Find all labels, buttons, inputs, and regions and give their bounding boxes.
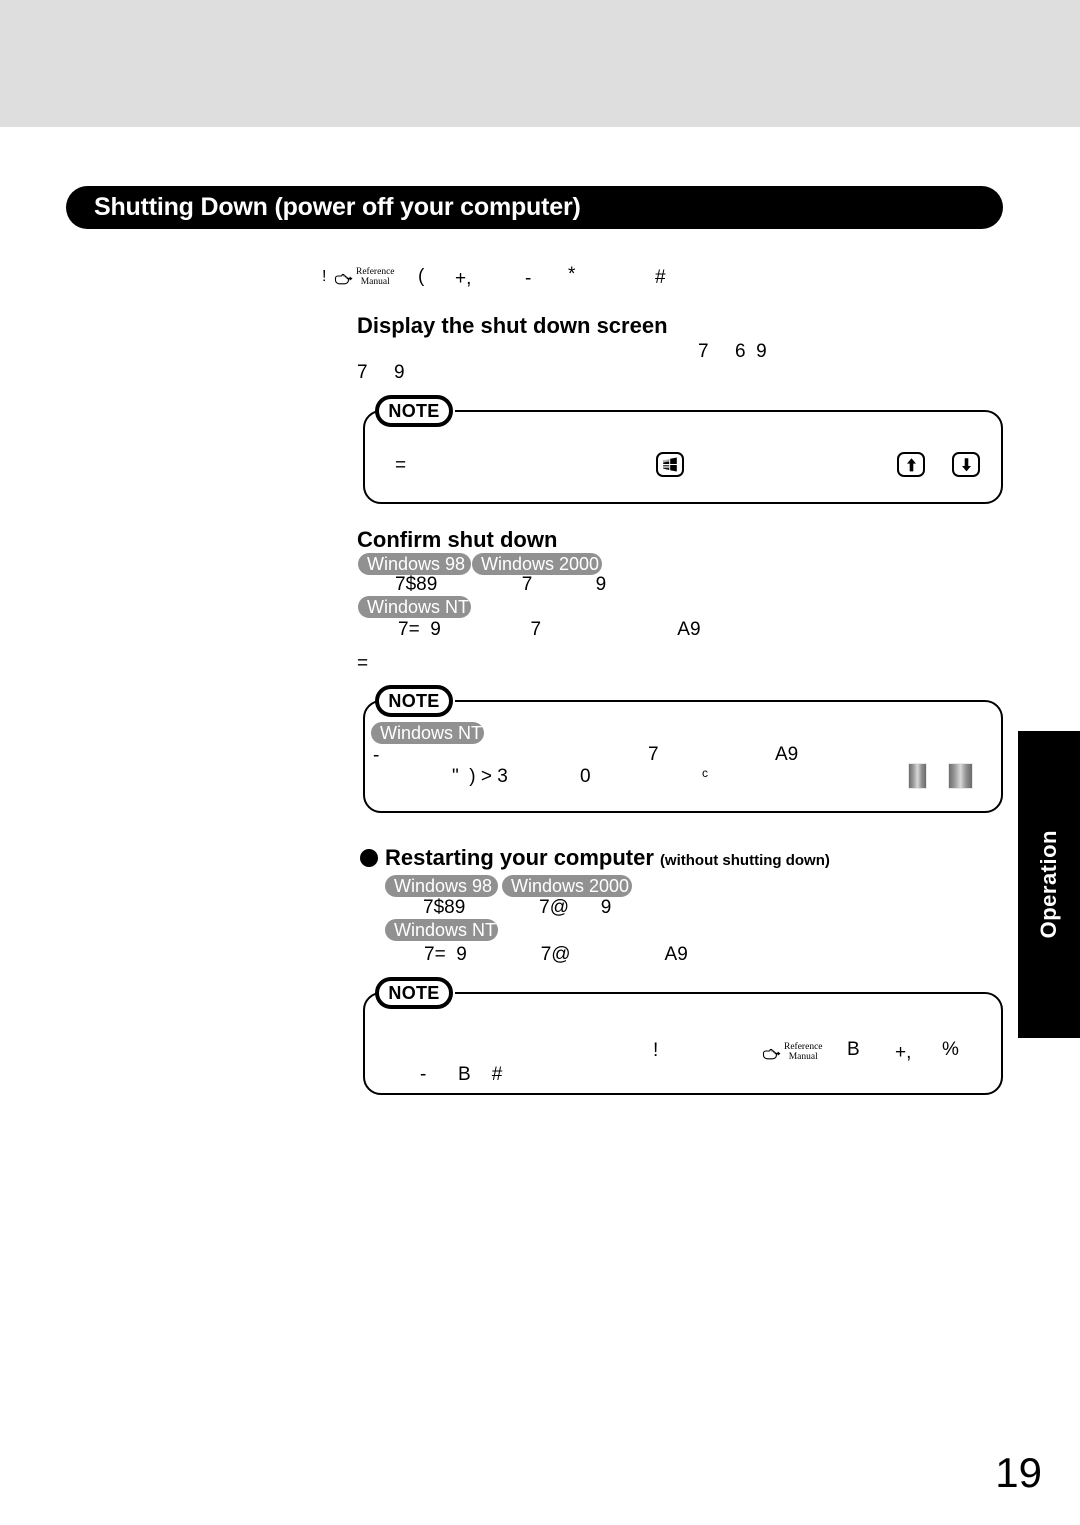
reference-manual-label: Reference Manual [784, 1042, 823, 1062]
intro-glyph-c: - [525, 268, 532, 289]
os-badge-windows-98-confirm: Windows 98 [358, 553, 471, 575]
note-badge-1: NOTE [375, 395, 453, 427]
reference-manual-line1: Reference [356, 267, 395, 277]
intro-glyph-e: # [655, 267, 666, 288]
reference-manual-ref-intro: Reference Manual [334, 267, 395, 287]
gradient-bar-graphic-right [948, 763, 973, 789]
intro-glyph-b: +, [455, 268, 472, 289]
heading-confirm-shut-down: Confirm shut down [357, 527, 558, 552]
note3-glyph-d: % [942, 1039, 959, 1060]
note2-glyph-line1-left: - [373, 745, 380, 766]
note-badge-3: NOTE [375, 977, 453, 1009]
os-badge-windows-nt-restart: Windows NT [385, 919, 498, 941]
note2-glyph-line1-mid: 7 [648, 744, 659, 765]
restart-glyph-row1: 7$89 7@ 9 [423, 897, 612, 918]
note3-glyph-b: B [847, 1039, 860, 1060]
note1-glyph-left: = [395, 455, 407, 476]
note2-glyph-line2-b: 0 [580, 766, 591, 787]
side-tab-operation[interactable]: Operation [1018, 731, 1080, 1038]
os-badge-windows-nt-note2: Windows NT [371, 722, 484, 744]
confirm-glyph-row1: 7$89 7 9 [395, 574, 607, 595]
reference-manual-line1: Reference [784, 1042, 823, 1052]
note-badge-2: NOTE [375, 685, 453, 717]
note2-glyph-line2-a: " ) > 3 [452, 766, 508, 787]
os-badge-windows-nt-confirm: Windows NT [358, 596, 471, 618]
reference-manual-ref-note3: Reference Manual [762, 1042, 823, 1062]
intro-glyph-d: * [568, 264, 576, 285]
bullet-dot-icon [360, 849, 378, 867]
intro-glyph-a: ( [418, 266, 425, 287]
confirm-glyph-row2: 7= 9 7 A9 [398, 619, 701, 640]
reference-manual-line2: Manual [360, 276, 390, 287]
restart-glyph-row2: 7= 9 7@ A9 [424, 944, 688, 965]
os-badge-windows-2000-confirm: Windows 2000 [472, 553, 602, 575]
note3-glyph-c: +, [895, 1042, 912, 1063]
reference-manual-label: Reference Manual [356, 267, 395, 287]
display-glyph-right: 7 6 9 [698, 341, 767, 362]
display-glyph-left: 7 9 [357, 362, 405, 383]
windows-logo-key-icon [656, 452, 684, 477]
gradient-bar-graphic-left [908, 763, 927, 789]
reference-manual-line2: Manual [788, 1051, 818, 1062]
restart-heading-main: Restarting your computer [385, 845, 654, 870]
note-box-2 [363, 700, 1003, 813]
restart-heading-sub: (without shutting down) [659, 852, 830, 869]
arrow-down-key-icon [952, 452, 980, 477]
heading-display-shut-down-screen: Display the shut down screen [357, 313, 668, 338]
confirm-glyph-row3: = [357, 653, 369, 674]
heading-restarting-your-computer: Restarting your computer (without shutti… [360, 845, 830, 871]
pointing-hand-icon [334, 271, 353, 285]
arrow-up-key-icon [897, 452, 925, 477]
os-badge-windows-98-restart: Windows 98 [385, 875, 498, 897]
intro-lead-glyph: ! [322, 268, 327, 285]
note3-glyph-line2: - B # [420, 1064, 503, 1085]
pointing-hand-icon [762, 1046, 781, 1060]
page-content: ! Reference Manual ( +, - * # Display th… [0, 0, 1080, 1525]
side-tab-label: Operation [1036, 830, 1061, 939]
note2-glyph-line2-c: c [702, 766, 708, 780]
page-number: 19 [995, 1449, 1042, 1496]
note2-glyph-line1-right: A9 [775, 744, 799, 765]
note3-glyph-exclaim: ! [653, 1040, 659, 1061]
os-badge-windows-2000-restart: Windows 2000 [502, 875, 632, 897]
